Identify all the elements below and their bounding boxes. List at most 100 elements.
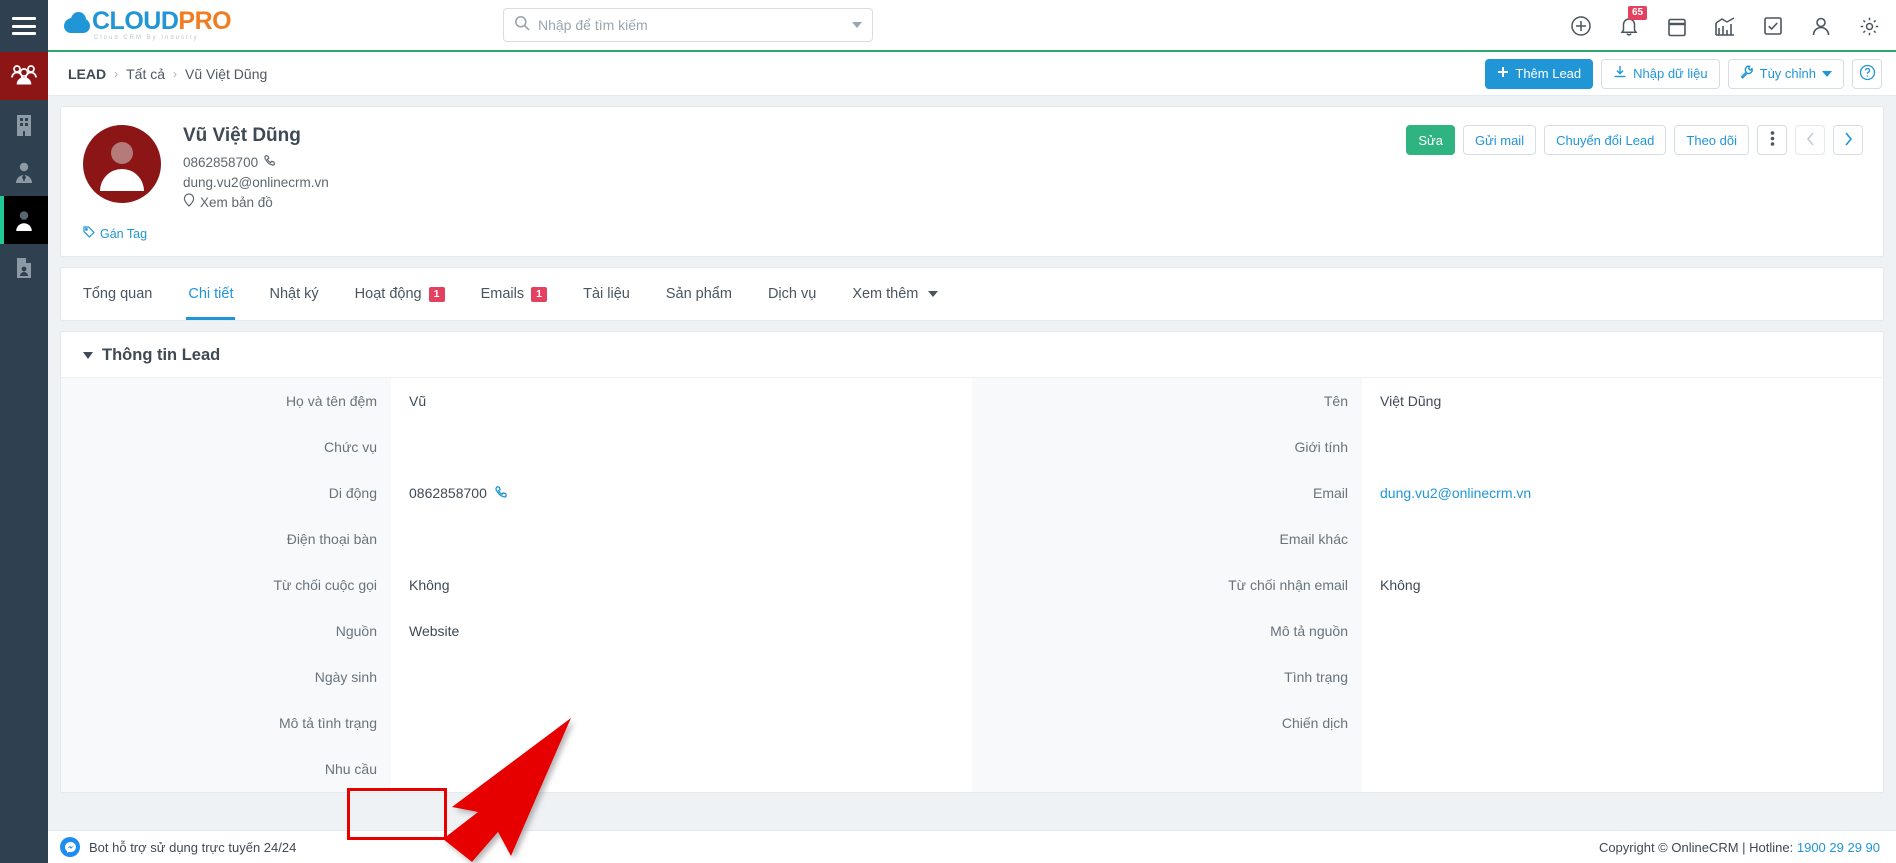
tab-san-pham[interactable]: Sản phẩm	[648, 268, 750, 320]
calendar-icon[interactable]	[1664, 13, 1690, 39]
profile-email-row: dung.vu2@onlinecrm.vn	[183, 173, 329, 193]
field-label	[972, 746, 1362, 792]
add-lead-button[interactable]: Thêm Lead	[1485, 58, 1594, 89]
messenger-icon	[60, 837, 80, 857]
phone-icon[interactable]	[264, 153, 277, 173]
assign-tag-button[interactable]: Gán Tag	[83, 226, 147, 241]
chevron-right-icon	[1844, 131, 1853, 149]
field-value-email-link[interactable]: dung.vu2@onlinecrm.vn	[1380, 485, 1531, 501]
field-value	[391, 700, 972, 746]
support-bot-link[interactable]: Bot hỗ trợ sử dụng trực tuyến 24/24	[48, 837, 296, 857]
right-values: Việt Dũng dung.vu2@onlinecrm.vn Không	[1362, 378, 1883, 792]
task-check-icon[interactable]	[1760, 13, 1786, 39]
field-label: Chiến dịch	[1281, 715, 1348, 731]
tab-xem-them[interactable]: Xem thêm	[834, 268, 956, 320]
left-rail	[0, 0, 48, 863]
tab-label: Nhật ký	[269, 286, 319, 302]
breadcrumb-item-all[interactable]: Tất cả	[126, 66, 165, 82]
sidebar-item-person[interactable]	[0, 196, 48, 244]
chevron-left-icon	[1806, 131, 1815, 149]
menu-toggle-button[interactable]	[0, 0, 48, 52]
question-circle-icon	[1859, 64, 1876, 84]
field-label: Mô tả nguồn	[1270, 623, 1348, 639]
gear-icon[interactable]	[1856, 13, 1882, 39]
tab-label: Emails	[480, 286, 525, 302]
profile-email[interactable]: dung.vu2@onlinecrm.vn	[183, 173, 329, 193]
page-title: Vũ Việt Dũng	[183, 125, 301, 146]
tab-emails[interactable]: Emails 1	[463, 268, 566, 320]
collapse-caret-icon[interactable]	[83, 352, 93, 359]
tabs-card: Tổng quan Chi tiết Nhật ký Hoạt động 1 E…	[60, 267, 1884, 321]
profile-phone-row: 0862858700	[183, 153, 329, 173]
field-label: Mô tả tình trạng	[278, 715, 377, 731]
tab-label: Hoạt động	[354, 286, 422, 302]
tab-nhat-ky[interactable]: Nhật ký	[251, 268, 336, 320]
customize-button[interactable]: Tùy chỉnh	[1727, 58, 1844, 89]
left-labels: Họ và tên đệm Chức vụ Di động Điện thoại…	[61, 378, 391, 792]
tab-tong-quan[interactable]: Tổng quan	[65, 268, 170, 320]
group-people-icon	[11, 64, 37, 88]
search-box[interactable]	[503, 8, 873, 42]
tab-badge: 1	[531, 286, 548, 302]
field-column-left: Họ và tên đệm Chức vụ Di động Điện thoại…	[61, 378, 972, 792]
cloud-icon	[64, 12, 92, 34]
tab-chi-tiet[interactable]: Chi tiết	[170, 268, 251, 320]
building-icon	[13, 112, 35, 136]
logo-tagline: Cloud CRM By Industry	[94, 35, 199, 41]
hotline-number[interactable]: 1900 29 29 90	[1797, 840, 1880, 855]
sidebar-item-leads[interactable]	[0, 52, 48, 100]
content-area: Vũ Việt Dũng 0862858700 dung.vu2@onlinec…	[48, 96, 1896, 830]
edit-button[interactable]: Sửa	[1406, 125, 1455, 155]
wrench-icon	[1740, 65, 1754, 82]
chevron-down-icon	[1822, 70, 1832, 77]
next-record-button[interactable]	[1833, 125, 1863, 155]
field-value	[1362, 700, 1883, 746]
field-label: Nguồn	[335, 623, 377, 639]
view-map-link[interactable]: Xem bản đồ	[183, 193, 273, 213]
more-options-button[interactable]	[1757, 125, 1787, 155]
sidebar-item-document[interactable]	[0, 244, 48, 292]
tab-tai-lieu[interactable]: Tài liệu	[565, 268, 648, 320]
profile-phone: 0862858700	[183, 155, 259, 170]
convert-lead-button[interactable]: Chuyển đổi Lead	[1544, 125, 1667, 155]
follow-button[interactable]: Theo dõi	[1674, 125, 1749, 155]
search-input[interactable]	[538, 17, 852, 33]
plus-icon	[1497, 66, 1509, 81]
chart-icon[interactable]	[1712, 13, 1738, 39]
breadcrumb-item-current[interactable]: Vũ Việt Dũng	[185, 66, 267, 82]
tab-label: Dịch vụ	[767, 286, 817, 302]
hamburger-icon	[12, 17, 36, 35]
field-value: 0862858700	[409, 485, 487, 501]
copyright: Copyright © OnlineCRM | Hotline: 1900 29…	[1599, 840, 1880, 855]
phone-icon[interactable]	[495, 485, 509, 502]
previous-record-button[interactable]	[1795, 125, 1825, 155]
field-label: Ngày sinh	[314, 669, 377, 685]
add-circle-icon[interactable]	[1568, 13, 1594, 39]
sidebar-item-company[interactable]	[0, 100, 48, 148]
field-label: Họ và tên đệm	[285, 393, 377, 409]
breadcrumb-bar: LEAD › Tất cả › Vũ Việt Dũng Thêm Lead N…	[48, 52, 1896, 96]
import-data-button[interactable]: Nhập dữ liệu	[1601, 58, 1720, 89]
user-icon[interactable]	[1808, 13, 1834, 39]
main-column: CLOUDPRO Cloud CRM By Industry Nhập để t…	[48, 0, 1896, 863]
chevron-down-icon[interactable]	[852, 22, 862, 28]
tab-label: Tổng quan	[83, 286, 153, 302]
right-labels: Tên Giới tính Email Email khác Từ chối n…	[972, 378, 1362, 792]
send-mail-button[interactable]: Gửi mail	[1462, 125, 1537, 155]
document-person-icon	[14, 256, 34, 280]
app-logo[interactable]: CLOUDPRO Cloud CRM By Industry	[64, 9, 324, 41]
logo-text-pro: PRO	[178, 7, 232, 35]
top-icon-bar: 65	[1568, 0, 1882, 52]
tag-icon	[83, 226, 95, 241]
help-button[interactable]	[1852, 58, 1882, 89]
section-title: Thông tin Lead	[102, 346, 221, 364]
sidebar-item-contact[interactable]	[0, 148, 48, 196]
tab-hoat-dong[interactable]: Hoạt động 1	[337, 268, 463, 320]
profile-map-row: Xem bản đồ	[183, 193, 329, 213]
customize-label: Tùy chỉnh	[1759, 66, 1816, 81]
bell-icon[interactable]: 65	[1616, 6, 1647, 39]
tab-dich-vu[interactable]: Dịch vụ	[750, 268, 834, 320]
breadcrumb-root[interactable]: LEAD	[68, 66, 106, 82]
left-values: Vũ 0862858700 Không Website	[391, 378, 972, 792]
location-pin-icon	[183, 193, 195, 213]
